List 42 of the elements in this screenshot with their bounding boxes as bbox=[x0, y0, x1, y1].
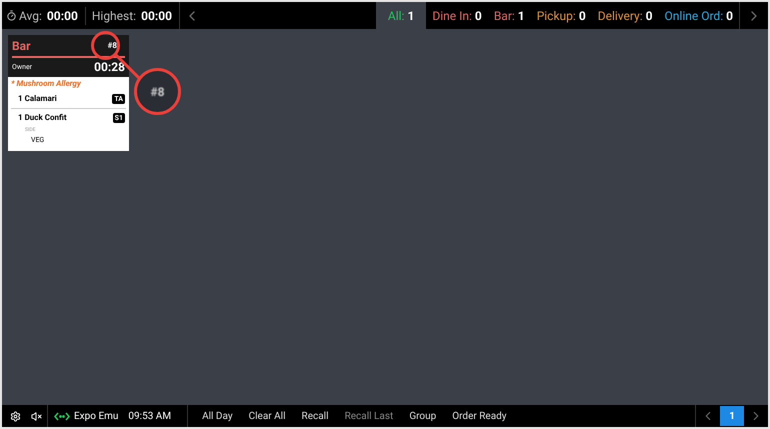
filter-tab[interactable]: Delivery: 0 bbox=[592, 2, 659, 29]
ticket-title: Bar bbox=[12, 38, 30, 55]
mute-icon[interactable] bbox=[31, 410, 42, 422]
filter-count: 1 bbox=[407, 8, 414, 24]
filter-label: Bar: bbox=[494, 8, 515, 24]
callout-ring bbox=[91, 31, 120, 60]
filter-label: All: bbox=[388, 8, 404, 24]
filter-count: 0 bbox=[726, 8, 733, 24]
filter-label: Pickup: bbox=[536, 8, 576, 24]
stat-label: Highest: bbox=[92, 8, 136, 24]
stat-value: 00:00 bbox=[141, 8, 172, 24]
filter-tab[interactable]: Bar: 1 bbox=[488, 2, 531, 29]
item-name: 1 Calamari bbox=[18, 93, 57, 105]
connection-icon bbox=[54, 412, 70, 420]
filter-count: 0 bbox=[646, 8, 653, 24]
filter-count: 0 bbox=[474, 8, 482, 24]
stat-label: Avg: bbox=[19, 8, 42, 24]
filter-tab[interactable]: Pickup: 0 bbox=[530, 2, 592, 29]
action-button[interactable]: Clear All bbox=[248, 408, 286, 424]
station-name: Expo Emu bbox=[74, 410, 118, 424]
ticket-number: #8 bbox=[108, 40, 117, 52]
filter-count: 0 bbox=[578, 8, 586, 24]
item-name: 1 Duck Confit bbox=[18, 112, 67, 124]
magnifier-callout: #8 bbox=[134, 68, 181, 115]
action-button[interactable]: All Day bbox=[202, 408, 233, 424]
filter-count: 1 bbox=[518, 8, 525, 24]
timer-icon bbox=[6, 10, 17, 21]
page-button[interactable]: 1 bbox=[720, 406, 744, 426]
filter-label: Dine In: bbox=[432, 8, 472, 24]
ticket-timer: 00:28 bbox=[94, 59, 125, 76]
allergy-note: * Mushroom Allergy bbox=[11, 78, 82, 90]
stat-value: 00:00 bbox=[46, 8, 78, 24]
action-button[interactable]: Group bbox=[409, 408, 436, 424]
filter-label: Delivery: bbox=[598, 8, 643, 24]
action-button[interactable]: Order Ready bbox=[452, 408, 507, 424]
filter-label: Online Ord: bbox=[664, 8, 724, 24]
settings-icon[interactable] bbox=[10, 410, 21, 422]
filter-tab[interactable]: All: 1 bbox=[376, 2, 426, 29]
clock-time: 09:53 AM bbox=[128, 410, 172, 424]
action-button[interactable]: Recall bbox=[302, 408, 329, 424]
filter-tab[interactable]: Online Ord: 0 bbox=[658, 2, 739, 29]
filter-tab[interactable]: Dine In: 0 bbox=[426, 2, 488, 29]
